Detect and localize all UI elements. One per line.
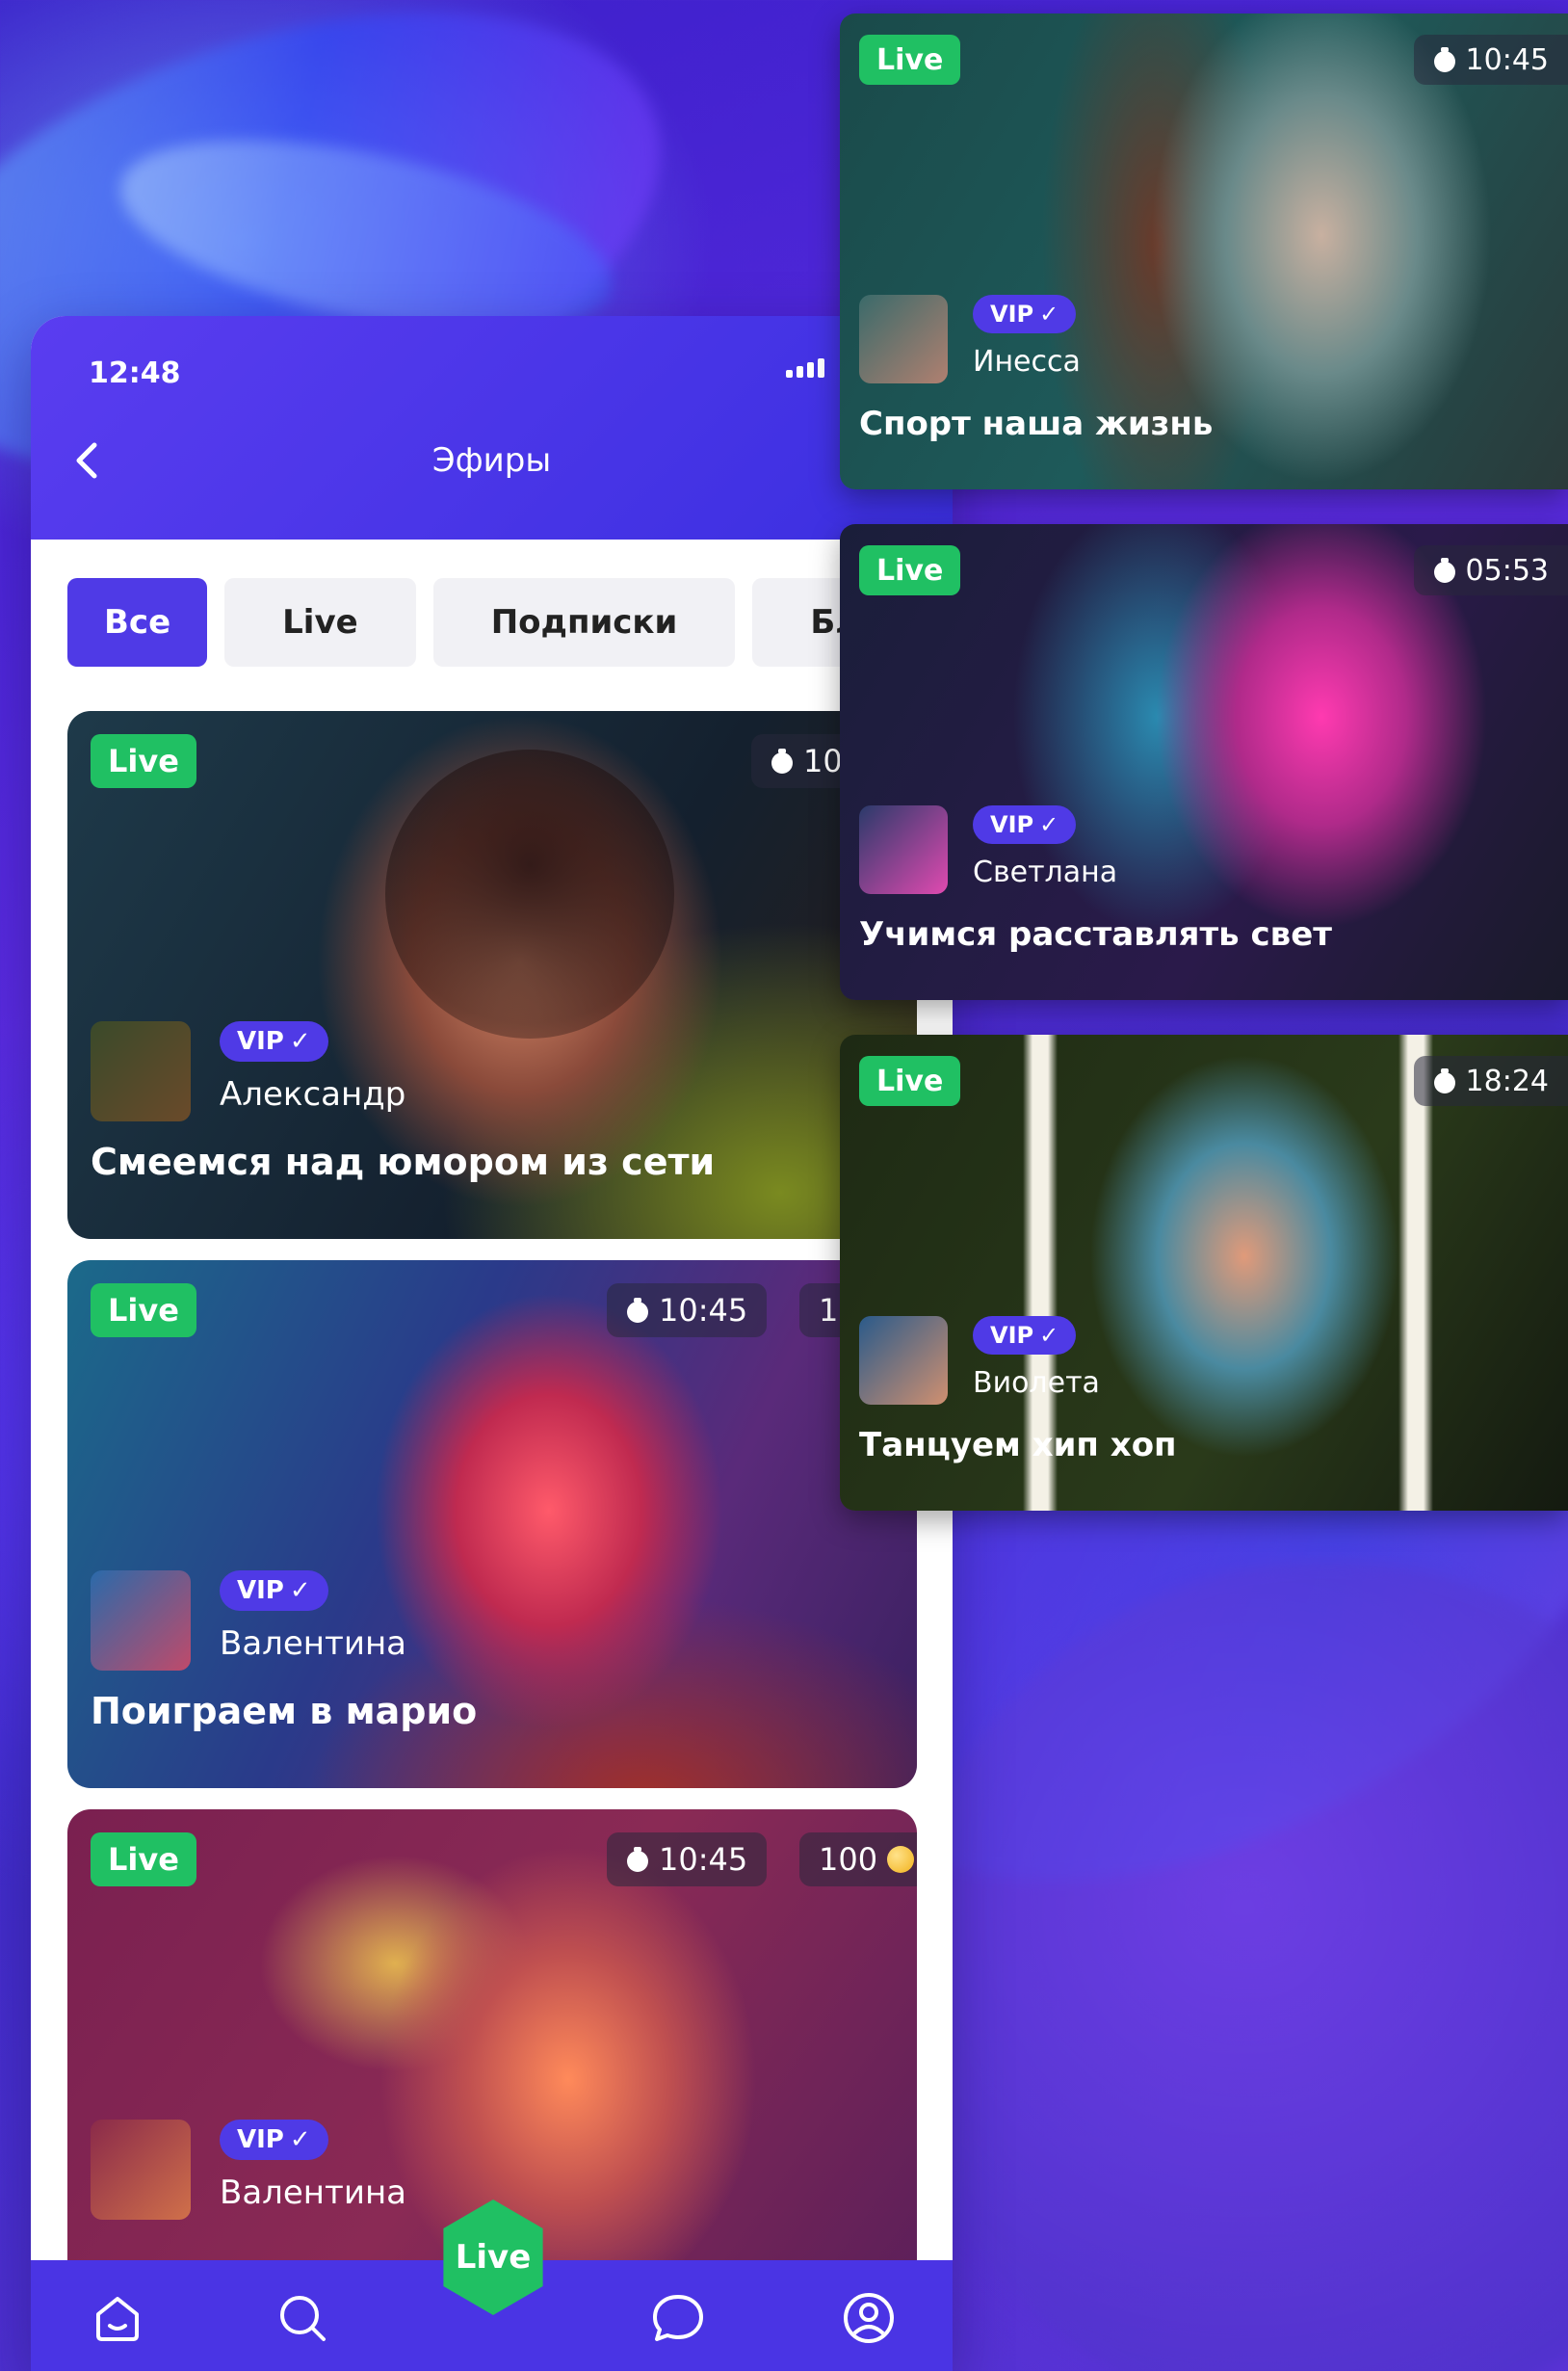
timer-pill: 18:24 <box>1413 1056 1568 1106</box>
verified-icon: ✓ <box>289 1027 311 1056</box>
verified-icon: ✓ <box>289 2125 311 2154</box>
app-header: 12:48 Эфиры <box>31 316 953 540</box>
profile-icon[interactable] <box>838 2287 900 2349</box>
timer-icon <box>1433 47 1456 72</box>
verified-icon: ✓ <box>1039 811 1059 838</box>
coin-icon <box>887 1846 915 1873</box>
verified-icon: ✓ <box>289 1576 311 1605</box>
vip-label: VIP <box>990 811 1034 838</box>
tab-live[interactable]: Live <box>224 578 416 667</box>
filter-tabs: Все Live Подписки Бл <box>67 578 918 667</box>
vip-badge: VIP ✓ <box>220 1570 328 1611</box>
stream-title: Учимся расставлять свет <box>859 915 1332 954</box>
vip-label: VIP <box>990 1322 1034 1349</box>
vip-badge: VIP ✓ <box>973 805 1077 844</box>
timer-value: 10:45 <box>659 1292 748 1329</box>
timer-icon <box>626 1847 649 1872</box>
timer-pill: 05:53 <box>1413 545 1568 595</box>
timer-value: 10:45 <box>659 1841 748 1878</box>
avatar <box>91 1021 191 1121</box>
live-badge: Live <box>859 35 961 85</box>
live-badge: Live <box>91 1832 196 1886</box>
vip-label: VIP <box>237 1027 284 1056</box>
timer-icon <box>771 749 794 774</box>
live-badge: Live <box>91 734 196 788</box>
stream-card[interactable]: Live 10:45 VIP ✓ Инесса Спорт наша жизнь <box>840 13 1568 489</box>
person-silhouette <box>385 750 674 1039</box>
vip-label: VIP <box>990 301 1034 328</box>
stream-card[interactable]: Live 10:45 100 VIP ✓ Валентина Поиграем … <box>67 1260 917 1788</box>
host-name: Александр <box>220 1075 406 1114</box>
avatar <box>859 805 948 894</box>
status-time: 12:48 <box>89 356 181 390</box>
phone-screen: 12:48 Эфиры Все Live Подписки Бл Live 10… <box>31 316 953 2371</box>
timer-icon <box>1433 558 1456 583</box>
live-badge: Live <box>859 545 961 595</box>
vip-badge: VIP ✓ <box>973 295 1077 333</box>
stream-title: Спорт наша жизнь <box>859 405 1214 443</box>
tab-subscriptions[interactable]: Подписки <box>432 578 736 667</box>
stream-title: Танцуем хип хоп <box>859 1426 1177 1464</box>
search-icon[interactable] <box>272 2287 333 2349</box>
timer-pill: 10:45 <box>607 1832 768 1886</box>
avatar <box>859 295 948 383</box>
avatar <box>859 1316 948 1405</box>
host-name: Инесса <box>973 345 1081 379</box>
home-icon[interactable] <box>87 2287 148 2349</box>
stream-card[interactable]: Live 18:24 VIP ✓ Виолета Танцуем хип хоп <box>840 1035 1568 1511</box>
page-title: Эфиры <box>431 441 552 480</box>
tab-all[interactable]: Все <box>67 578 208 667</box>
host-name: Светлана <box>973 856 1118 889</box>
host-name: Виолета <box>973 1366 1100 1400</box>
timer-value: 18:24 <box>1465 1064 1549 1098</box>
timer-pill: 10:45 <box>1413 35 1568 85</box>
stream-title: Смеемся над юмором из сети <box>91 1141 716 1183</box>
stream-card[interactable]: Live 05:53 VIP ✓ Светлана Учимся расстав… <box>840 524 1568 1000</box>
live-badge: Live <box>859 1056 961 1106</box>
avatar <box>91 1570 191 1671</box>
chat-icon[interactable] <box>647 2287 709 2349</box>
timer-value: 05:53 <box>1465 553 1549 588</box>
timer-icon <box>626 1298 649 1323</box>
vip-badge: VIP ✓ <box>973 1316 1077 1355</box>
avatar <box>91 2120 191 2220</box>
vip-badge: VIP ✓ <box>220 1021 328 1062</box>
timer-value: 10:45 <box>1465 42 1549 77</box>
host-name: Валентина <box>220 1624 407 1663</box>
host-name: Валентина <box>220 2173 407 2212</box>
vip-badge: VIP ✓ <box>220 2120 328 2160</box>
signal-icon <box>786 358 824 378</box>
coins-pill: 100 <box>799 1832 917 1886</box>
timer-pill: 10:45 <box>607 1283 768 1337</box>
coins-value: 100 <box>819 1841 878 1878</box>
stream-title: Поиграем в марио <box>91 1690 478 1732</box>
verified-icon: ✓ <box>1039 301 1059 328</box>
vip-label: VIP <box>237 2125 284 2154</box>
stream-card[interactable]: Live 10: VIP ✓ Александр Смеемся над юмо… <box>67 711 917 1239</box>
live-badge: Live <box>91 1283 196 1337</box>
verified-icon: ✓ <box>1039 1322 1059 1349</box>
vip-label: VIP <box>237 1576 284 1605</box>
timer-icon <box>1433 1068 1456 1093</box>
